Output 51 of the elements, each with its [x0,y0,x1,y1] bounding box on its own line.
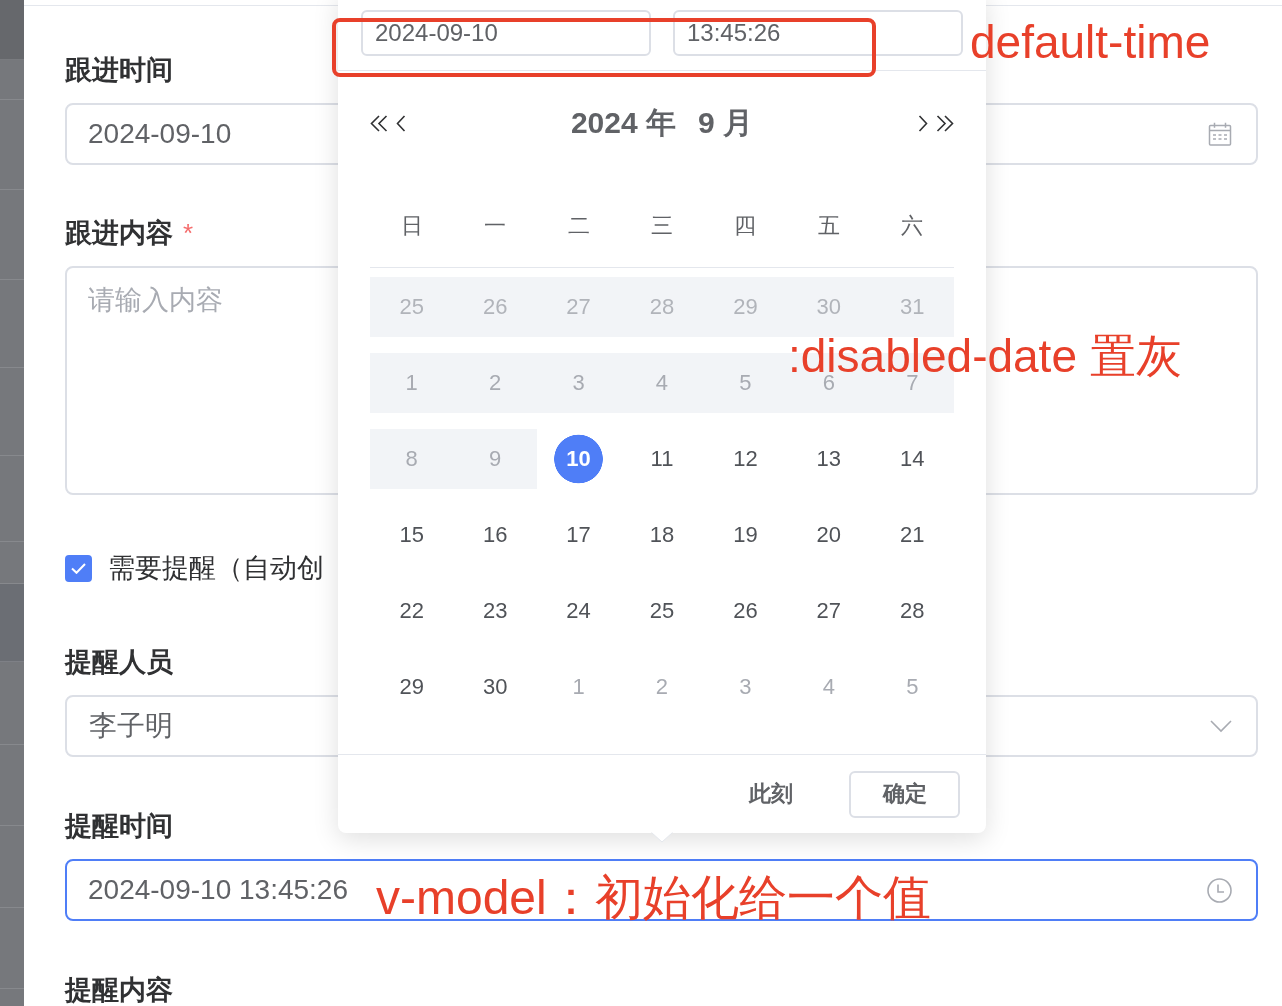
calendar-day[interactable]: 16 [453,505,537,565]
weekday-label: 一 [484,212,507,240]
calendar-day[interactable]: 25 [620,581,704,641]
weekday-label: 二 [567,212,590,240]
weekday-label: 日 [400,212,423,240]
calendar-day[interactable]: 13 [787,429,871,489]
field-label: 提醒时间 [65,811,173,841]
chevron-down-icon [1210,719,1232,733]
month-label[interactable]: 9 月 [698,102,754,144]
field-label: 跟进内容 [65,218,173,248]
calendar-day[interactable]: 22 [370,581,454,641]
calendar-day[interactable]: 27 [787,581,871,641]
check-icon [71,562,86,574]
weekday-label: 六 [901,212,924,240]
calendar-day[interactable]: 12 [703,429,788,489]
calendar-day[interactable]: 28 [870,581,954,641]
calendar-day[interactable]: 18 [620,505,704,565]
checkbox[interactable] [65,554,92,582]
field-label: 跟进时间 [65,55,173,85]
calendar-day[interactable]: 11 [620,429,704,489]
calendar-day[interactable]: 29 [370,657,454,717]
weekday-label: 四 [734,212,757,240]
annotation-text: v-model：初始化给一个值 [376,874,931,922]
weekday-label: 五 [817,212,840,240]
now-button[interactable]: 此刻 [749,779,793,809]
checkbox-label: 需要提醒（自动创 [108,552,324,585]
calendar-day[interactable]: 30 [453,657,537,717]
calendar-day[interactable]: 24 [536,581,621,641]
time-input[interactable]: 13:45:26 [673,10,963,56]
required-mark: * [183,218,194,248]
field-label: 提醒人员 [65,647,173,677]
calendar-day[interactable]: 21 [870,505,954,565]
field-label: 提醒内容 [65,975,173,1005]
double-chevron-left-icon[interactable] [370,114,388,132]
weekday-label: 三 [651,212,673,240]
calendar-day[interactable]: 23 [453,581,537,641]
clock-icon [1207,877,1232,903]
calendar-day[interactable]: 19 [703,505,788,565]
calendar-day[interactable]: 26 [703,581,788,641]
chevron-right-icon[interactable] [918,114,928,132]
year-label[interactable]: 2024 年 [570,102,676,144]
calendar-day[interactable]: 17 [536,505,621,565]
chevron-left-icon[interactable] [396,114,406,132]
calendar-day[interactable]: 14 [870,429,954,489]
double-chevron-right-icon[interactable] [936,114,954,132]
annotation-text: default-time [970,19,1211,65]
calendar-icon [1208,122,1232,146]
calendar-day[interactable]: 15 [370,505,454,565]
confirm-button[interactable]: 确定 [849,770,960,818]
date-input[interactable]: 2024-09-10 [361,10,651,56]
calendar-day[interactable]: 20 [787,505,871,565]
